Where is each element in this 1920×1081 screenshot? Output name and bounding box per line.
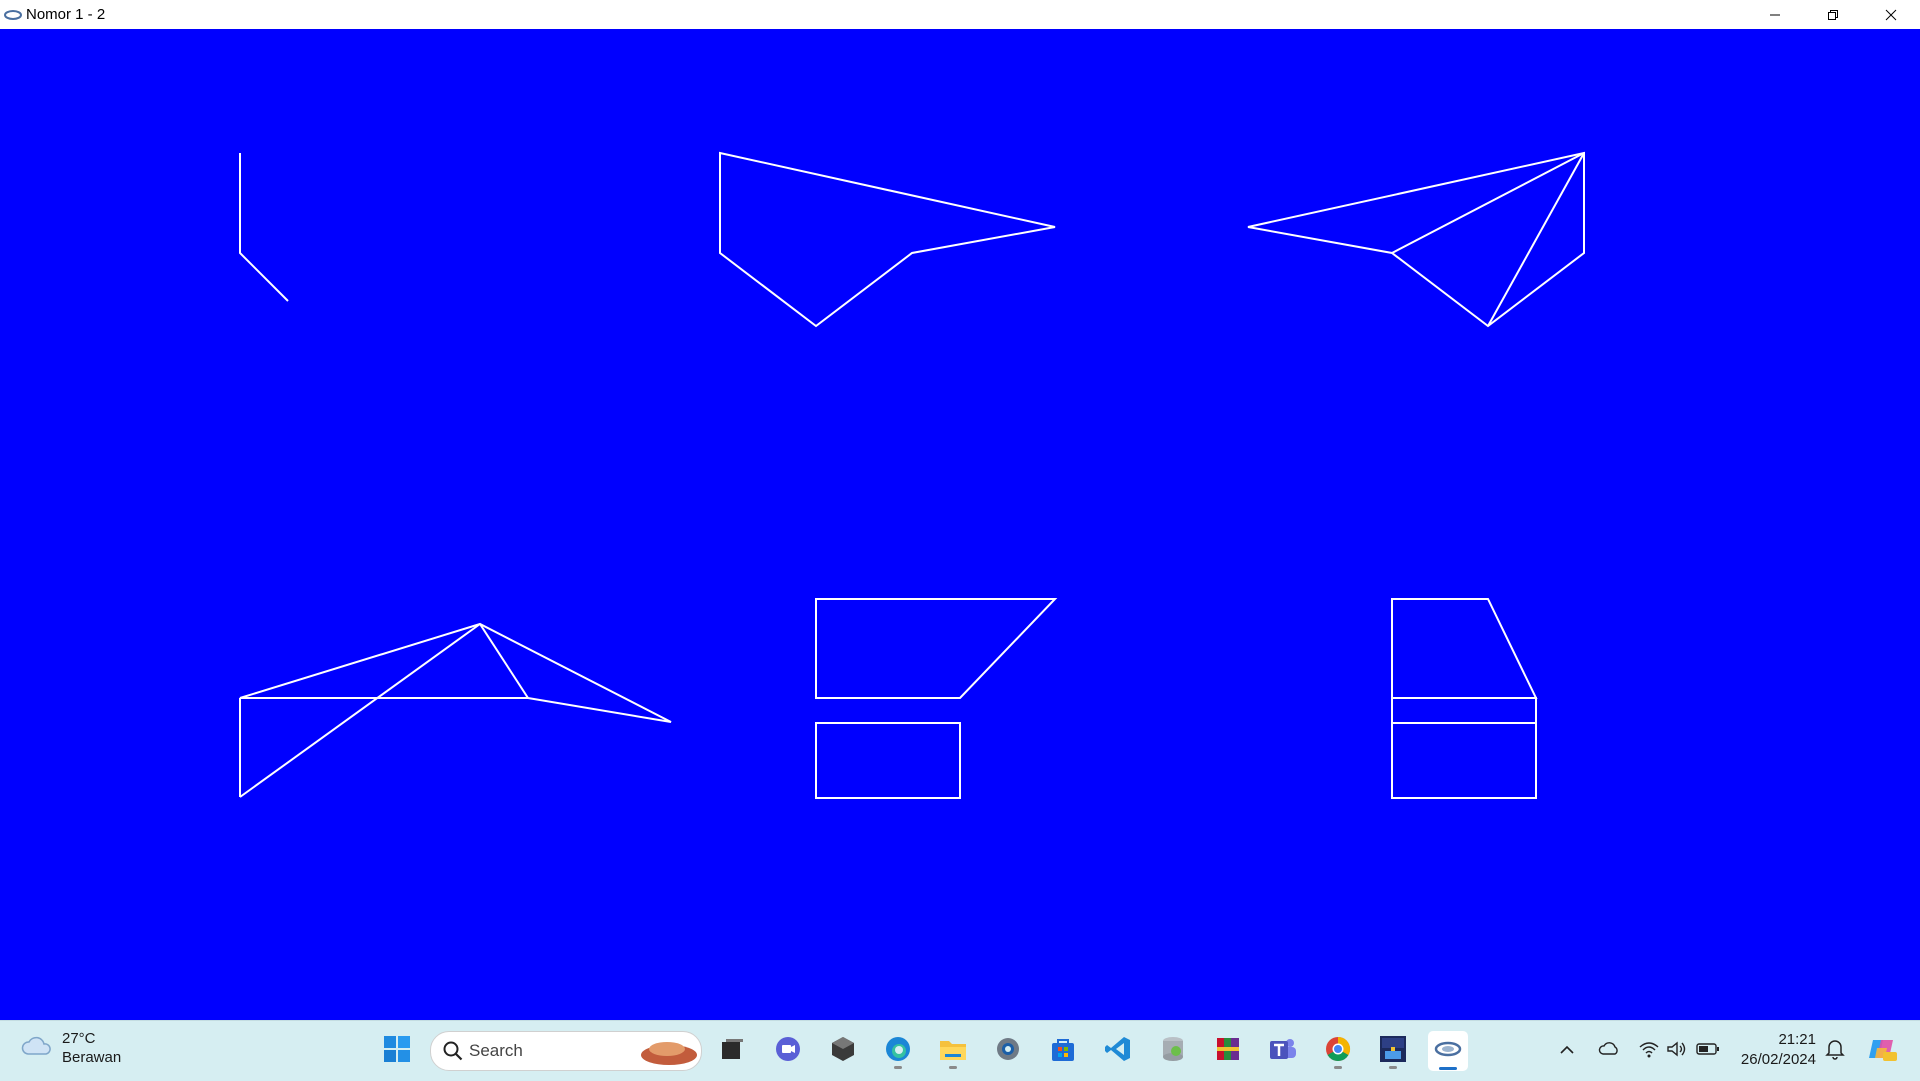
running-indicator [949,1066,957,1069]
weather-condition: Berawan [62,1049,122,1066]
windows-logo-icon [383,1035,411,1068]
chrome-icon [1324,1035,1352,1068]
database-icon [1160,1035,1186,1068]
minimize-button[interactable] [1746,0,1804,29]
clock-time: 21:21 [1778,1031,1816,1048]
taskbar-opengl-app[interactable] [1428,1031,1468,1071]
running-indicator [1334,1066,1342,1069]
vscode-icon [1104,1035,1132,1068]
clock[interactable]: 21:21 26/02/2024 [1730,1030,1816,1070]
tray-battery[interactable] [1693,1033,1723,1069]
chevron-up-icon [1559,1042,1575,1060]
battery-icon [1696,1042,1720,1061]
start-button[interactable] [377,1031,417,1071]
taskbar-winrar[interactable] [1208,1031,1248,1071]
opengl-icon [1434,1039,1462,1064]
taskbar-devcpp[interactable] [1373,1031,1413,1071]
drawing-canvas [0,29,1920,1020]
bell-icon [1825,1038,1845,1065]
gear-icon [994,1035,1022,1068]
onedrive-cloud-icon [1598,1041,1620,1061]
close-button[interactable] [1862,0,1920,29]
figure-2-polygon [719,151,1056,328]
cloud-icon [20,1034,54,1063]
running-indicator [894,1066,902,1069]
search-box[interactable]: Search [430,1031,702,1071]
edge-icon [884,1035,912,1068]
running-indicator [1389,1066,1397,1069]
store-icon [1049,1035,1077,1068]
devcpp-icon [1378,1034,1408,1069]
cube-icon [829,1035,857,1068]
taskbar-settings[interactable] [988,1031,1028,1071]
taskbar-file-explorer[interactable] [933,1031,973,1071]
figure-4-polygon [239,622,672,798]
copilot-button[interactable] [1864,1033,1900,1069]
active-indicator [1439,1067,1457,1070]
figure-6-shapes [1391,598,1538,799]
window-controls [1746,0,1920,29]
taskbar: 27°C Berawan Search 21:21 26/02/2024 [0,1020,1920,1081]
video-chat-icon [774,1035,802,1068]
clock-date: 26/02/2024 [1740,1051,1816,1068]
taskbar-teams[interactable] [1263,1031,1303,1071]
app-window-icon [4,6,22,24]
notifications-button[interactable] [1820,1033,1850,1069]
wifi-icon [1638,1040,1660,1063]
title-bar: Nomor 1 - 2 [0,0,1920,29]
tray-volume[interactable] [1662,1033,1692,1069]
taskbar-meet[interactable] [768,1031,808,1071]
tray-wifi[interactable] [1634,1033,1664,1069]
tray-chevron-up[interactable] [1552,1033,1582,1069]
figure-3-polygon [1247,151,1585,328]
folder-icon [938,1036,968,1067]
taskbar-store[interactable] [1043,1031,1083,1071]
search-highlight-icon [637,1035,697,1067]
weather-temperature: 27°C [62,1030,96,1047]
figure-5-shapes [815,598,1058,799]
taskbar-app-gray[interactable] [1153,1031,1193,1071]
taskbar-chrome[interactable] [1318,1031,1358,1071]
archive-icon [1214,1035,1242,1068]
taskbar-edge[interactable] [878,1031,918,1071]
taskbar-app-cube[interactable] [823,1031,863,1071]
taskbar-vscode[interactable] [1098,1031,1138,1071]
teams-icon [1268,1035,1298,1068]
line-drawings [239,151,1585,799]
tray-onedrive[interactable] [1594,1033,1624,1069]
volume-icon [1666,1040,1688,1063]
search-icon [443,1041,463,1061]
copilot-icon [1867,1036,1897,1067]
restore-button[interactable] [1804,0,1862,29]
window-title: Nomor 1 - 2 [26,6,106,23]
search-label: Search [469,1041,523,1060]
task-view-icon [719,1036,745,1067]
figure-1-polyline [239,153,289,302]
task-view-button[interactable] [712,1031,752,1071]
weather-widget[interactable]: 27°C Berawan [20,1029,121,1067]
